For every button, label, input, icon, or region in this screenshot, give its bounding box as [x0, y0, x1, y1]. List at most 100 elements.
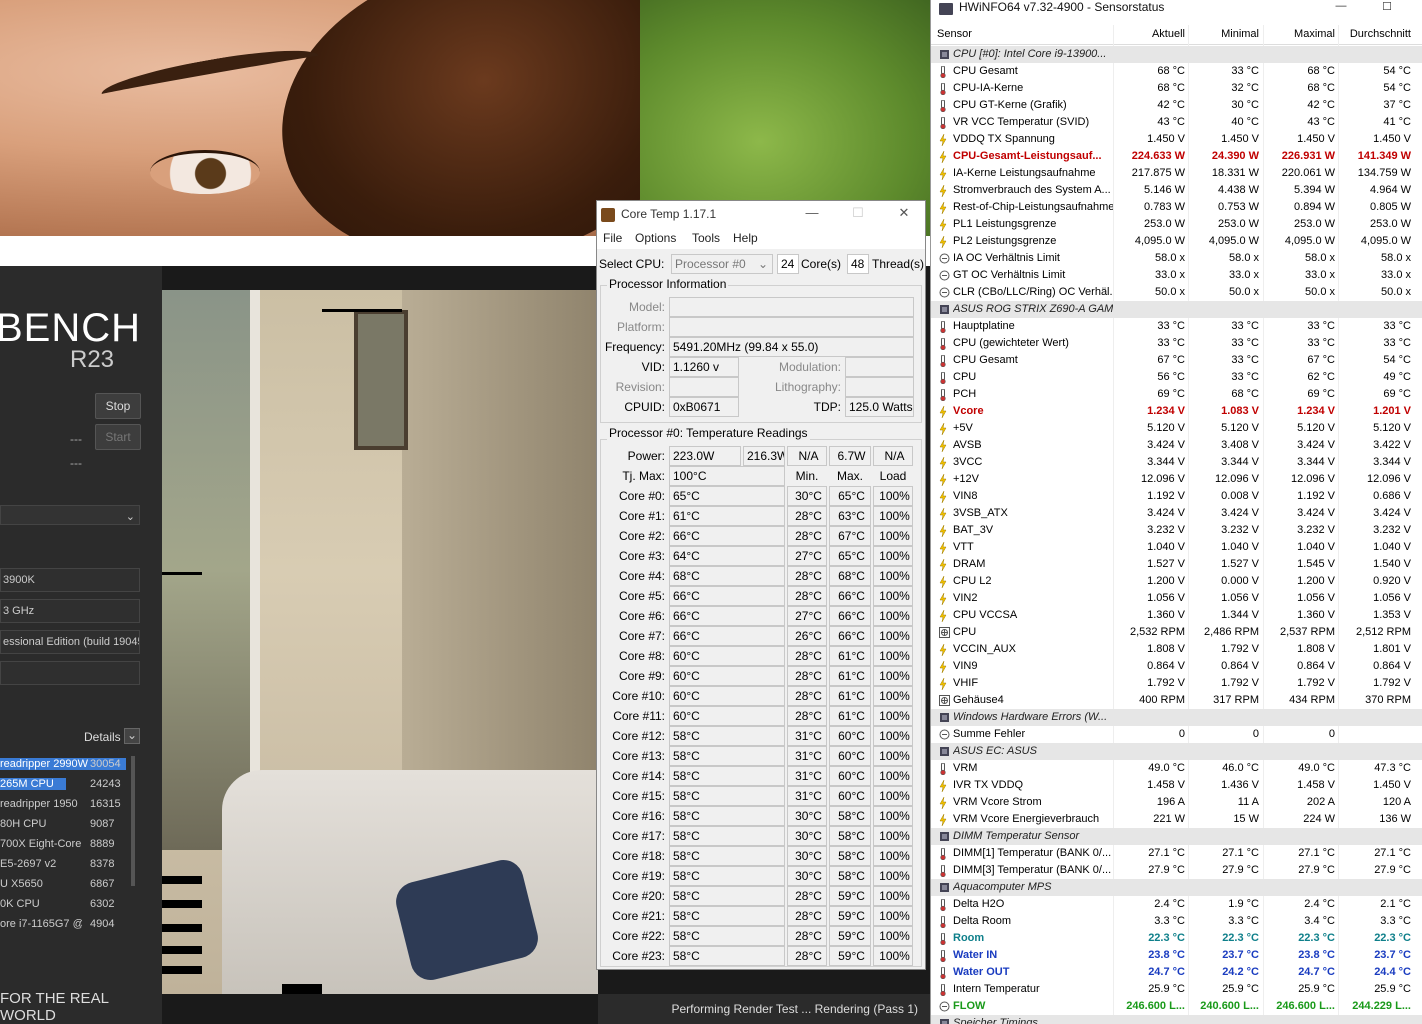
maximize-icon[interactable]: ☐: [1375, 0, 1399, 16]
column-sensor[interactable]: Sensor: [937, 28, 972, 40]
column-avg[interactable]: Durchschnitt: [1339, 28, 1411, 40]
stop-button[interactable]: Stop: [95, 393, 141, 419]
sensor-row[interactable]: VHIF 1.792 V 1.792 V 1.792 V 1.792 V: [931, 675, 1422, 692]
sensor-min: 5.120 V: [1221, 422, 1259, 434]
sensor-group-row[interactable]: ASUS ROG STRIX Z690-A GAM...: [931, 301, 1422, 318]
core-temp-value: 60°C: [669, 666, 785, 686]
menu-help[interactable]: Help: [733, 231, 758, 245]
sensor-row[interactable]: Room 22.3 °C 22.3 °C 22.3 °C 22.3 °C: [931, 930, 1422, 947]
menu-tools[interactable]: Tools: [692, 231, 720, 245]
sensor-row[interactable]: VIN9 0.864 V 0.864 V 0.864 V 0.864 V: [931, 658, 1422, 675]
sensor-group-row[interactable]: Speicher Timings: [931, 1015, 1422, 1024]
ranking-row[interactable]: 80H CPU 9087: [0, 815, 150, 835]
sensor-row[interactable]: PCH 69 °C 68 °C 69 °C 69 °C: [931, 386, 1422, 403]
sensor-row[interactable]: VTT 1.040 V 1.040 V 1.040 V 1.040 V: [931, 539, 1422, 556]
sensor-group-row[interactable]: Windows Hardware Errors (W...: [931, 709, 1422, 726]
sensor-row[interactable]: VCCIN_AUX 1.808 V 1.792 V 1.808 V 1.801 V: [931, 641, 1422, 658]
sensor-current: 196 A: [1156, 796, 1185, 808]
sensor-row[interactable]: Water IN 23.8 °C 23.7 °C 23.8 °C 23.7 °C: [931, 947, 1422, 964]
sensor-row[interactable]: Water OUT 24.7 °C 24.2 °C 24.7 °C 24.4 °C: [931, 964, 1422, 981]
minimize-icon[interactable]: —: [797, 205, 827, 223]
sensor-row[interactable]: GT OC Verhältnis Limit 33.0 x 33.0 x 33.0 x…: [931, 267, 1422, 284]
sensor-row[interactable]: BAT_3V 3.232 V 3.232 V 3.232 V 3.232 V: [931, 522, 1422, 539]
sensor-row[interactable]: 3VCC 3.344 V 3.344 V 3.344 V 3.344 V: [931, 454, 1422, 471]
sensor-row[interactable]: +12V 12.096 V 12.096 V 12.096 V 12.096 V: [931, 471, 1422, 488]
sensor-row[interactable]: VRM 49.0 °C 46.0 °C 49.0 °C 47.3 °C: [931, 760, 1422, 777]
sensor-row[interactable]: VDDQ TX Spannung 1.450 V 1.450 V 1.450 V 1.4…: [931, 131, 1422, 148]
ranking-row[interactable]: readripper 2990W 30054: [0, 755, 150, 775]
sensor-row[interactable]: CPU 2,532 RPM 2,486 RPM 2,537 RPM 2,512 RPM: [931, 624, 1422, 641]
minimize-icon[interactable]: —: [1329, 0, 1353, 16]
sensor-row[interactable]: PL1 Leistungsgrenze 253.0 W 253.0 W 253.0 W…: [931, 216, 1422, 233]
coretemp-titlebar[interactable]: Core Temp 1.17.1 — ☐ ✕: [597, 201, 925, 229]
sensor-row[interactable]: CPU 56 °C 33 °C 62 °C 49 °C: [931, 369, 1422, 386]
close-icon[interactable]: ✕: [889, 205, 919, 223]
sensor-row[interactable]: Gehäuse4 400 RPM 317 RPM 434 RPM 370 RPM: [931, 692, 1422, 709]
sensor-row[interactable]: Intern Temperatur 25.9 °C 25.9 °C 25.9 °C 25…: [931, 981, 1422, 998]
sensor-row[interactable]: CLR (CBo/LLC/Ring) OC Verhäl... 50.0 x 50.…: [931, 284, 1422, 301]
sensor-row[interactable]: Hauptplatine 33 °C 33 °C 33 °C 33 °C: [931, 318, 1422, 335]
sensor-row[interactable]: Rest-of-Chip-Leistungsaufnahme 0.783 W 0.7…: [931, 199, 1422, 216]
hwinfo-titlebar[interactable]: HWiNFO64 v7.32-4900 - Sensorstatus — ☐: [931, 0, 1422, 18]
sensor-name: VRM Vcore Strom: [953, 796, 1042, 808]
column-min[interactable]: Minimal: [1189, 28, 1259, 40]
cpu-select[interactable]: Processor #0 ⌄: [671, 254, 773, 274]
sensor-group-row[interactable]: Aquacomputer MPS: [931, 879, 1422, 896]
sensor-row[interactable]: VRM Vcore Energieverbrauch 221 W 15 W 224 W…: [931, 811, 1422, 828]
sensor-group-row[interactable]: DIMM Temperatur Sensor: [931, 828, 1422, 845]
sensor-row[interactable]: CPU-IA-Kerne 68 °C 32 °C 68 °C 54 °C: [931, 80, 1422, 97]
menu-options[interactable]: Options: [635, 231, 676, 245]
sensor-row[interactable]: Delta Room 3.3 °C 3.3 °C 3.4 °C 3.3 °C: [931, 913, 1422, 930]
sensor-min: 3.3 °C: [1228, 915, 1259, 927]
sensor-row[interactable]: DRAM 1.527 V 1.527 V 1.545 V 1.540 V: [931, 556, 1422, 573]
sensor-row[interactable]: DIMM[3] Temperatur (BANK 0/... 27.9 °C 27.…: [931, 862, 1422, 879]
column-max[interactable]: Maximal: [1263, 28, 1335, 40]
details-dropdown-icon[interactable]: ⌄: [124, 728, 140, 744]
ranking-row[interactable]: U X5650 6867: [0, 875, 150, 895]
start-button[interactable]: Start: [95, 424, 141, 450]
sensor-row[interactable]: CPU-Gesamt-Leistungsauf... 224.633 W 24.39…: [931, 148, 1422, 165]
sensor-row[interactable]: DIMM[1] Temperatur (BANK 0/... 27.1 °C 27.…: [931, 845, 1422, 862]
sensor-row[interactable]: FLOW 246.600 L... 240.600 L... 246.600 L...…: [931, 998, 1422, 1015]
ranking-row[interactable]: 265M CPU 24243: [0, 775, 150, 795]
ranking-row[interactable]: readripper 1950 16315: [0, 795, 150, 815]
sensor-row[interactable]: CPU Gesamt 67 °C 33 °C 67 °C 54 °C: [931, 352, 1422, 369]
sensor-group-row[interactable]: CPU [#0]: Intel Core i9-13900...: [931, 46, 1422, 63]
sensor-group-row[interactable]: ASUS EC: ASUS: [931, 743, 1422, 760]
ranking-row[interactable]: E5-2697 v2 8378: [0, 855, 150, 875]
sensor-row[interactable]: IA-Kerne Leistungsaufnahme 217.875 W 18.33…: [931, 165, 1422, 182]
column-current[interactable]: Aktuell: [1113, 28, 1185, 40]
sensor-row[interactable]: VR VCC Temperatur (SVID) 43 °C 40 °C 43 °C 4…: [931, 114, 1422, 131]
sensor-row[interactable]: Delta H2O 2.4 °C 1.9 °C 2.4 °C 2.1 °C: [931, 896, 1422, 913]
ranking-scrollbar[interactable]: [131, 756, 135, 886]
sensor-row[interactable]: CPU Gesamt 68 °C 33 °C 68 °C 54 °C: [931, 63, 1422, 80]
sensor-row[interactable]: IVR TX VDDQ 1.458 V 1.436 V 1.458 V 1.450 V: [931, 777, 1422, 794]
sensor-row[interactable]: CPU (gewichteter Wert) 33 °C 33 °C 33 °C 33 …: [931, 335, 1422, 352]
maximize-icon[interactable]: ☐: [843, 205, 873, 223]
sensor-row[interactable]: VIN8 1.192 V 0.008 V 1.192 V 0.686 V: [931, 488, 1422, 505]
mode-dropdown[interactable]: ⌄: [0, 505, 140, 525]
sensor-row[interactable]: VRM Vcore Strom 196 A 11 A 202 A 120 A: [931, 794, 1422, 811]
sensor-row[interactable]: 3VSB_ATX 3.424 V 3.424 V 3.424 V 3.424 V: [931, 505, 1422, 522]
sensor-row[interactable]: AVSB 3.424 V 3.408 V 3.424 V 3.422 V: [931, 437, 1422, 454]
sensor-row[interactable]: Summe Fehler 0 0 0: [931, 726, 1422, 743]
sensor-row[interactable]: IA OC Verhältnis Limit 58.0 x 58.0 x 58.0 x…: [931, 250, 1422, 267]
sensor-row[interactable]: CPU VCCSA 1.360 V 1.344 V 1.360 V 1.353 V: [931, 607, 1422, 624]
ranking-row[interactable]: ore i7-1165G7 @ 4904: [0, 915, 150, 935]
sensor-max: 1.056 V: [1297, 592, 1335, 604]
ranking-row[interactable]: 700X Eight-Core I 8889: [0, 835, 150, 855]
thermometer-icon: [939, 762, 947, 776]
sensor-row[interactable]: CPU GT-Kerne (Grafik) 42 °C 30 °C 42 °C 37 °…: [931, 97, 1422, 114]
sensor-max: 22.3 °C: [1298, 932, 1335, 944]
sensor-avg: 2,512 RPM: [1355, 626, 1411, 638]
sensor-row[interactable]: +5V 5.120 V 5.120 V 5.120 V 5.120 V: [931, 420, 1422, 437]
ranking-score: 9087: [90, 818, 115, 830]
sensor-row[interactable]: PL2 Leistungsgrenze 4,095.0 W 4,095.0 W 4,0…: [931, 233, 1422, 250]
menu-file[interactable]: File: [603, 231, 622, 245]
sensor-row[interactable]: VIN2 1.056 V 1.056 V 1.056 V 1.056 V: [931, 590, 1422, 607]
core-load-value: 100%: [873, 606, 913, 626]
sensor-row[interactable]: CPU L2 1.200 V 0.000 V 1.200 V 0.920 V: [931, 573, 1422, 590]
sensor-row[interactable]: Stromverbrauch des System A... 5.146 W 4.4…: [931, 182, 1422, 199]
ranking-row[interactable]: 0K CPU 6302: [0, 895, 150, 915]
sensor-row[interactable]: Vcore 1.234 V 1.083 V 1.234 V 1.201 V: [931, 403, 1422, 420]
